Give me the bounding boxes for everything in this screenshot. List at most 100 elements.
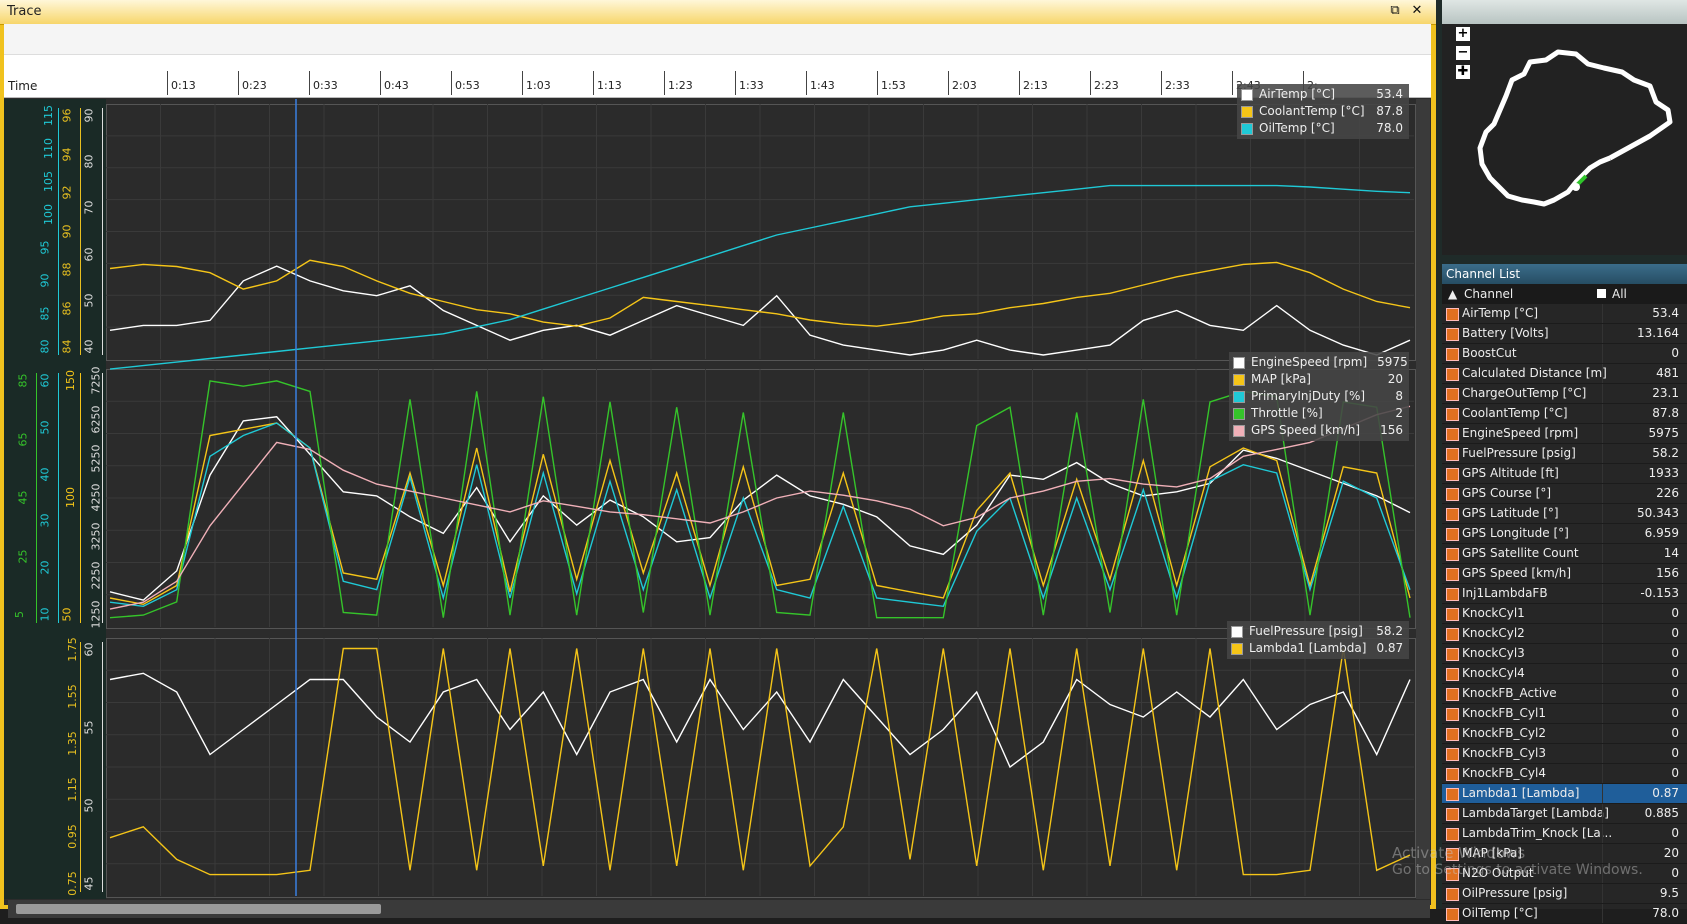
y-tick-label: 20 [38, 560, 52, 575]
fit-map-button[interactable]: ✚ [1456, 65, 1470, 79]
legend-temperature: AirTemp [°C] 53.4 CoolantTemp [°C] 87.8 OilT… [1237, 84, 1409, 139]
channel-name: Inj1LambdaFB [1462, 586, 1548, 600]
legend-item[interactable]: PrimaryInjDuty [%] 8 [1233, 388, 1403, 405]
channel-name: EngineSpeed [rpm] [1462, 426, 1579, 440]
zoom-out-button[interactable]: − [1456, 46, 1470, 60]
channel-row[interactable]: GPS Altitude [ft] 1933 [1442, 464, 1687, 484]
column-separator [1602, 344, 1603, 363]
channel-value: 226 [1656, 486, 1679, 500]
column-separator [1602, 604, 1603, 623]
scroll-thumb[interactable] [16, 904, 381, 914]
channel-row[interactable]: GPS Longitude [°] 6.959 [1442, 524, 1687, 544]
channel-list-panel: Channel List ▲ Channel All AirTemp [°C] 5… [1442, 264, 1687, 924]
channel-row[interactable]: KnockFB_Active 0 [1442, 684, 1687, 704]
legend-item[interactable]: GPS Speed [km/h] 156 [1233, 422, 1403, 439]
legend-item[interactable]: AirTemp [°C] 53.4 [1241, 86, 1403, 103]
vertical-scrollbar[interactable] [1416, 99, 1430, 899]
map-title-bar[interactable] [1442, 0, 1687, 24]
channel-value: 5975 [1648, 426, 1679, 440]
all-column-header[interactable]: All [1612, 284, 1627, 304]
legend-item[interactable]: FuelPressure [psig] 58.2 [1231, 623, 1403, 640]
y-tick-label: 60 [82, 642, 96, 657]
channel-row[interactable]: Inj1LambdaFB -0.153 [1442, 584, 1687, 604]
all-checkbox[interactable] [1597, 289, 1606, 298]
legend-swatch [1241, 88, 1253, 101]
time-axis-label: Time [8, 79, 38, 93]
channel-row[interactable]: OilPressure [psig] 9.5 [1442, 884, 1687, 904]
channel-value: 13.164 [1637, 326, 1679, 340]
channel-name: GPS Speed [km/h] [1462, 566, 1572, 580]
column-separator [1602, 324, 1603, 343]
engine-plot[interactable] [106, 369, 1416, 629]
legend-item[interactable]: OilTemp [°C] 78.0 [1241, 120, 1403, 137]
restore-icon[interactable]: ⧉ [1388, 4, 1402, 18]
channel-row[interactable]: GPS Speed [km/h] 156 [1442, 564, 1687, 584]
channel-row[interactable]: LambdaTarget [Lambda] 0.885 [1442, 804, 1687, 824]
legend-name: Lambda1 [Lambda] [1249, 641, 1367, 655]
zoom-in-button[interactable]: + [1456, 27, 1470, 41]
legend-item[interactable]: CoolantTemp [°C] 87.8 [1241, 103, 1403, 120]
legend-item[interactable]: Lambda1 [Lambda] 0.87 [1231, 640, 1403, 657]
channel-row[interactable]: GPS Latitude [°] 50.343 [1442, 504, 1687, 524]
channel-row[interactable]: KnockCyl4 0 [1442, 664, 1687, 684]
channel-name: KnockFB_Cyl3 [1462, 746, 1546, 760]
channel-row[interactable]: KnockFB_Cyl1 0 [1442, 704, 1687, 724]
channel-row[interactable]: FuelPressure [psig] 58.2 [1442, 444, 1687, 464]
channel-row[interactable]: KnockCyl1 0 [1442, 604, 1687, 624]
horizontal-scrollbar[interactable] [8, 900, 1430, 918]
channel-column-header[interactable]: Channel [1464, 284, 1513, 304]
channel-row[interactable]: GPS Course [°] 226 [1442, 484, 1687, 504]
fuel-lambda-plot[interactable] [106, 638, 1416, 898]
trace-title-bar[interactable]: Trace ⧉ ✕ [0, 0, 1436, 25]
channel-value: 0 [1671, 666, 1679, 680]
time-tick-label: 2:33 [1165, 79, 1190, 92]
y-tick-label: 90 [38, 273, 52, 288]
column-separator [1602, 464, 1603, 483]
y-tick-label: 88 [60, 262, 74, 277]
channel-row[interactable]: GPS Satellite Count 14 [1442, 544, 1687, 564]
channel-row[interactable]: EngineSpeed [rpm] 5975 [1442, 424, 1687, 444]
column-separator [1602, 764, 1603, 783]
channel-name: AirTemp [°C] [1462, 306, 1539, 320]
column-separator [1602, 524, 1603, 543]
close-icon[interactable]: ✕ [1410, 4, 1424, 18]
legend-item[interactable]: EngineSpeed [rpm] 5975 [1233, 354, 1408, 371]
channel-row[interactable]: KnockFB_Cyl4 0 [1442, 764, 1687, 784]
channel-row[interactable]: Calculated Distance [m] 481 [1442, 364, 1687, 384]
y-tick-label: 96 [60, 108, 74, 123]
track-outline [1477, 49, 1673, 207]
channel-value: 0 [1671, 346, 1679, 360]
y-tick-label: 1.15 [65, 777, 79, 803]
channel-row[interactable]: KnockFB_Cyl3 0 [1442, 744, 1687, 764]
channel-row[interactable]: KnockCyl2 0 [1442, 624, 1687, 644]
column-separator [1602, 504, 1603, 523]
channel-icon [1446, 528, 1459, 541]
channel-row[interactable]: LambdaTrim_Knock [La... 0 [1442, 824, 1687, 844]
channel-row[interactable]: KnockFB_Cyl2 0 [1442, 724, 1687, 744]
legend-item[interactable]: Throttle [%] 2 [1233, 405, 1403, 422]
channel-name: GPS Satellite Count [1462, 546, 1579, 560]
channel-icon [1446, 388, 1459, 401]
legend-item[interactable]: MAP [kPa] 20 [1233, 371, 1403, 388]
channel-row[interactable]: AirTemp [°C] 53.4 [1442, 304, 1687, 324]
channel-row[interactable]: Battery [Volts] 13.164 [1442, 324, 1687, 344]
channel-value: 0 [1671, 726, 1679, 740]
channel-row[interactable]: BoostCut 0 [1442, 344, 1687, 364]
channel-icon [1446, 568, 1459, 581]
channel-rows: AirTemp [°C] 53.4 Battery [Volts] 13.164 Boo… [1442, 304, 1687, 924]
legend-value: 78.0 [1376, 121, 1403, 135]
column-separator [1602, 444, 1603, 463]
channel-row[interactable]: CoolantTemp [°C] 87.8 [1442, 404, 1687, 424]
time-tick: 2:03 [948, 71, 977, 95]
channel-value: -0.153 [1640, 586, 1679, 600]
channel-row[interactable]: ChargeOutTemp [°C] 23.1 [1442, 384, 1687, 404]
channel-row[interactable]: OilTemp [°C] 78.0 [1442, 904, 1687, 924]
y-tick-label: 86 [60, 301, 74, 315]
temperature-plot[interactable] [106, 104, 1416, 361]
track-map[interactable] [1472, 40, 1687, 230]
sort-icon[interactable]: ▲ [1448, 284, 1457, 304]
channel-icon [1446, 888, 1459, 901]
channel-row[interactable]: KnockCyl3 0 [1442, 644, 1687, 664]
channel-row[interactable]: Lambda1 [Lambda] 0.87 [1442, 784, 1687, 804]
legend-swatch [1233, 390, 1245, 403]
